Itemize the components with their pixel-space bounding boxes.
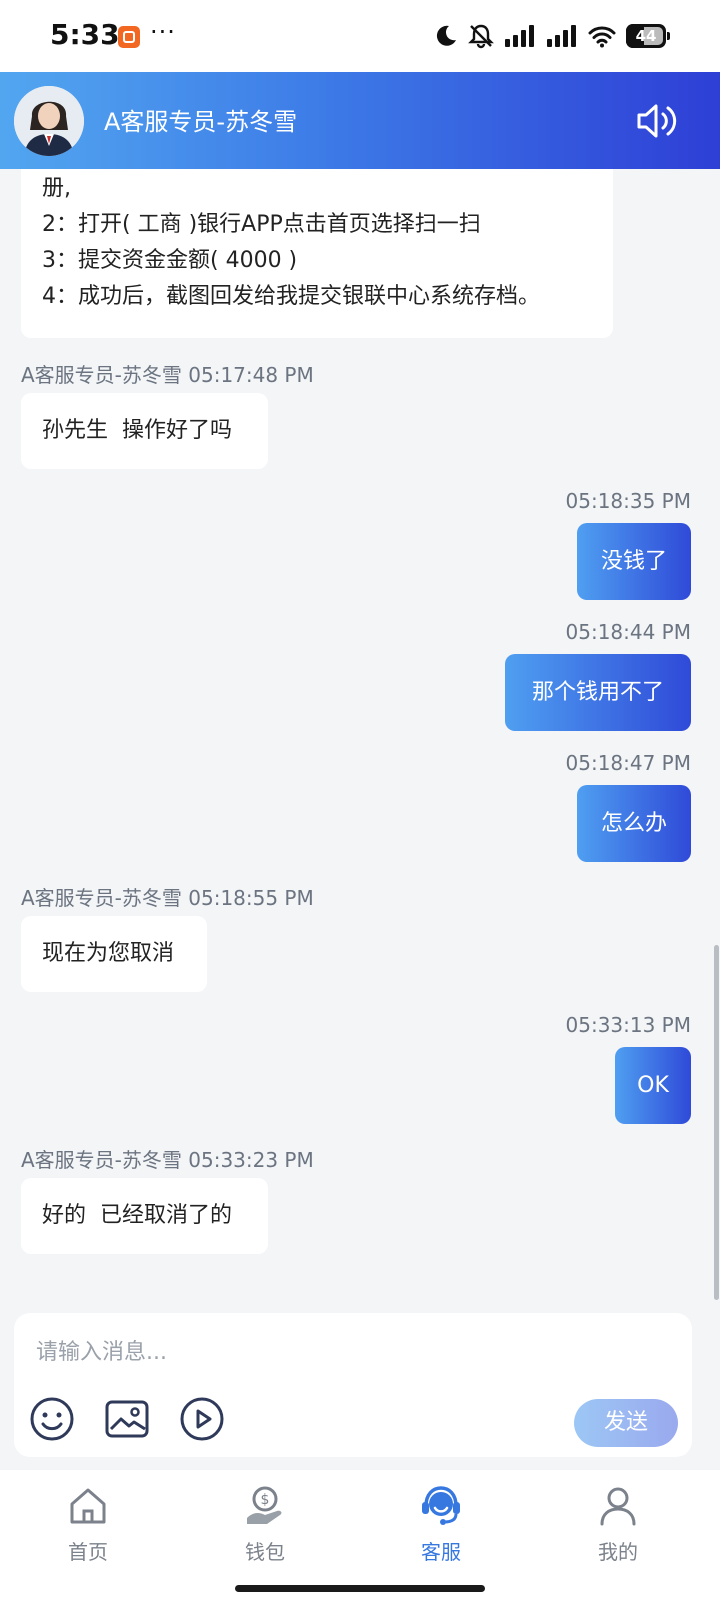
outgoing-message-bubble: 怎么办 bbox=[577, 785, 691, 862]
chat-scrollbar[interactable] bbox=[714, 945, 719, 1300]
outgoing-message-bubble: 没钱了 bbox=[577, 523, 691, 600]
message-input[interactable] bbox=[34, 1331, 638, 1373]
bottom-navigation: 首页 $ 钱包 客服 我的 bbox=[0, 1470, 720, 1600]
incoming-message-bubble: 好的 已经取消了的 bbox=[21, 1178, 268, 1254]
message-text: 孙先生 操作好了吗 bbox=[42, 418, 232, 443]
nav-item-customer-service[interactable]: 客服 bbox=[381, 1484, 501, 1565]
chat-message-list[interactable]: 册, 2：打开( 工商 )银行APP点击首页选择扫一扫 3：提交资金金额( 40… bbox=[0, 169, 720, 1301]
home-indicator[interactable] bbox=[235, 1585, 485, 1592]
message-time: 05:33:13 PM bbox=[565, 1013, 692, 1037]
incoming-message-bubble: 现在为您取消 bbox=[21, 916, 207, 992]
message-line: 册, bbox=[42, 176, 71, 201]
nav-label: 客服 bbox=[421, 1540, 461, 1564]
chat-header: A客服专员-苏冬雪 bbox=[0, 72, 720, 169]
message-time: 05:18:35 PM bbox=[565, 489, 692, 513]
message-text: 那个钱用不了 bbox=[531, 680, 664, 705]
customer-service-icon bbox=[422, 1486, 460, 1525]
message-line: 2：打开( 工商 )银行APP点击首页选择扫一扫 bbox=[42, 212, 481, 237]
status-icons: 44 bbox=[434, 22, 670, 50]
message-composer: 发送 bbox=[14, 1313, 692, 1457]
message-text: 好的 已经取消了的 bbox=[42, 1203, 232, 1228]
nav-label: 钱包 bbox=[245, 1540, 285, 1564]
message-sender-time: A客服专员-苏冬雪 05:33:23 PM bbox=[21, 1148, 314, 1172]
message-sender-time: A客服专员-苏冬雪 05:17:48 PM bbox=[21, 363, 314, 387]
incoming-message-bubble: 孙先生 操作好了吗 bbox=[21, 393, 268, 469]
svg-text:$: $ bbox=[261, 1492, 270, 1508]
profile-icon bbox=[600, 1487, 636, 1526]
signal-icon bbox=[505, 25, 534, 47]
bell-muted-icon bbox=[468, 24, 494, 49]
video-icon[interactable] bbox=[178, 1395, 226, 1443]
nav-item-profile[interactable]: 我的 bbox=[558, 1484, 678, 1565]
more-notifications-icon: ··· bbox=[150, 18, 176, 46]
incoming-message-bubble: 册, 2：打开( 工商 )银行APP点击首页选择扫一扫 3：提交资金金额( 40… bbox=[21, 169, 613, 338]
home-icon bbox=[70, 1488, 106, 1524]
agent-avatar[interactable] bbox=[14, 86, 84, 156]
message-text: 怎么办 bbox=[600, 811, 667, 836]
app-notification-icon bbox=[118, 26, 140, 48]
message-text: 现在为您取消 bbox=[42, 941, 175, 966]
message-text: OK bbox=[637, 1073, 669, 1098]
image-icon[interactable] bbox=[103, 1395, 151, 1443]
battery-icon: 44 bbox=[626, 24, 670, 48]
message-text: 没钱了 bbox=[600, 549, 667, 574]
speaker-icon bbox=[637, 104, 677, 138]
nav-item-wallet[interactable]: $ 钱包 bbox=[205, 1484, 325, 1565]
status-time: 5:33 bbox=[50, 18, 120, 51]
battery-level: 44 bbox=[635, 27, 657, 45]
message-line: 3：提交资金金额( 4000 ) bbox=[42, 248, 298, 273]
agent-name-title: A客服专员-苏冬雪 bbox=[104, 108, 298, 136]
outgoing-message-bubble: OK bbox=[615, 1047, 691, 1124]
wifi-icon bbox=[588, 26, 616, 48]
message-time: 05:18:47 PM bbox=[565, 751, 692, 775]
moon-icon bbox=[436, 25, 456, 46]
outgoing-message-bubble: 那个钱用不了 bbox=[505, 654, 691, 731]
send-button[interactable]: 发送 bbox=[574, 1399, 678, 1447]
nav-label: 我的 bbox=[598, 1540, 638, 1564]
signal-icon bbox=[547, 25, 576, 47]
wallet-icon: $ bbox=[247, 1486, 282, 1524]
status-bar: 5:33 ··· 44 bbox=[0, 0, 720, 72]
speaker-button[interactable] bbox=[634, 98, 680, 144]
message-line: 4：成功后，截图回发给我提交银联中心系统存档。 bbox=[42, 284, 540, 309]
message-sender-time: A客服专员-苏冬雪 05:18:55 PM bbox=[21, 886, 314, 910]
nav-item-home[interactable]: 首页 bbox=[28, 1484, 148, 1565]
nav-label: 首页 bbox=[68, 1540, 108, 1564]
message-time: 05:18:44 PM bbox=[565, 620, 692, 644]
emoji-icon[interactable] bbox=[28, 1395, 76, 1443]
